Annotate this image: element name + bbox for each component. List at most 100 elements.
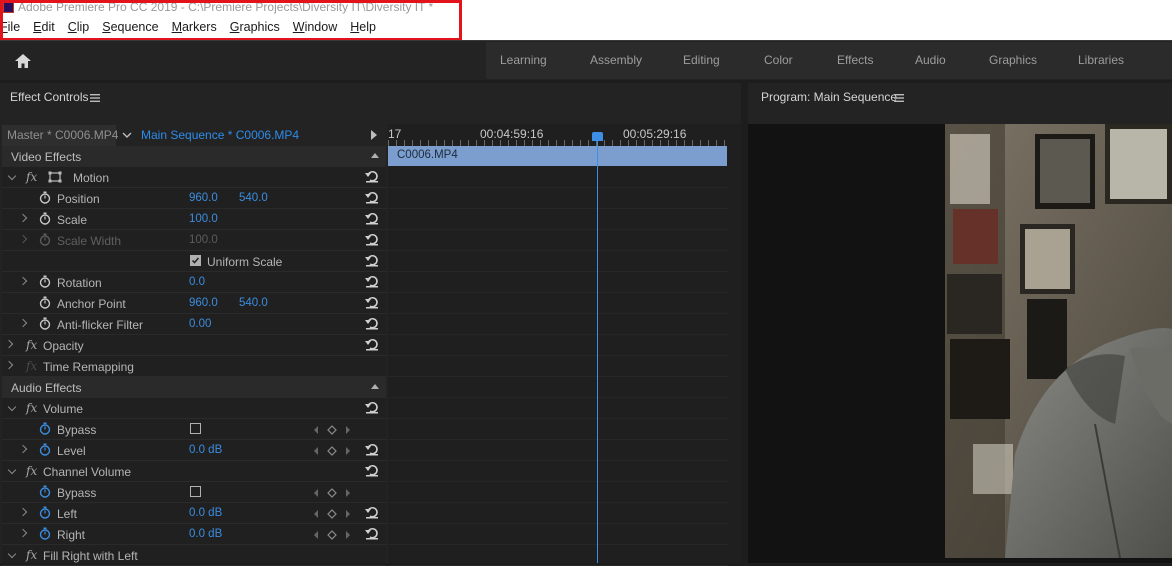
workspace-color[interactable]: Color <box>764 53 793 67</box>
twirl-closed-icon[interactable] <box>4 360 14 370</box>
fx-icon[interactable]: fx <box>26 548 37 562</box>
reset-icon[interactable] <box>365 296 379 312</box>
twirl-open-icon[interactable] <box>7 402 17 412</box>
panel-title[interactable]: Effect Controls <box>10 90 88 104</box>
bypass-checkbox[interactable] <box>190 486 201 497</box>
rotation-value[interactable]: 0.0 <box>189 276 205 288</box>
play-icon[interactable] <box>371 130 377 140</box>
reset-icon[interactable] <box>365 233 379 249</box>
right-channel-value[interactable]: 0.0 dB <box>189 528 222 540</box>
workspace-libraries[interactable]: Libraries <box>1078 53 1124 67</box>
workspace-effects[interactable]: Effects <box>837 53 873 67</box>
reset-icon[interactable] <box>365 254 379 270</box>
effect-row-channel-volume[interactable]: fx Channel Volume <box>2 461 386 482</box>
twirl-closed-icon[interactable] <box>18 276 28 286</box>
menu-clip[interactable]: Clip <box>68 20 90 38</box>
level-value[interactable]: 0.0 dB <box>189 444 222 456</box>
chevron-down-icon[interactable] <box>122 128 132 142</box>
collapse-up-icon[interactable] <box>371 384 379 389</box>
reset-icon[interactable] <box>365 464 379 480</box>
fx-icon[interactable]: fx <box>26 464 37 478</box>
menu-file[interactable]: File <box>0 20 20 38</box>
reset-icon[interactable] <box>365 191 379 207</box>
reset-icon[interactable] <box>365 275 379 291</box>
menu-sequence[interactable]: Sequence <box>102 20 158 38</box>
video-canvas[interactable] <box>748 124 1172 563</box>
motion-transform-icon[interactable] <box>48 171 64 186</box>
bypass-checkbox[interactable] <box>190 423 201 434</box>
stopwatch-icon[interactable] <box>39 275 51 291</box>
effect-timeline[interactable]: 17 00:04:59:16 00:05:29:16 C0006.MP4 <box>388 124 741 566</box>
position-y-value[interactable]: 540.0 <box>239 192 268 204</box>
anchor-x-value[interactable]: 960.0 <box>189 297 218 309</box>
twirl-closed-icon[interactable] <box>18 528 28 538</box>
reset-icon[interactable] <box>365 527 379 543</box>
program-monitor-title[interactable]: Program: Main Sequence <box>761 90 897 104</box>
fx-icon[interactable]: fx <box>26 401 37 415</box>
reset-icon[interactable] <box>365 443 379 459</box>
stopwatch-icon[interactable] <box>39 212 51 228</box>
stopwatch-icon[interactable] <box>39 191 51 207</box>
keyframe-nav-icon[interactable] <box>313 508 353 522</box>
twirl-open-icon[interactable] <box>7 171 17 181</box>
menu-edit[interactable]: Edit <box>33 20 55 38</box>
fx-icon[interactable]: fx <box>26 338 37 352</box>
twirl-open-icon[interactable] <box>7 465 17 475</box>
panel-menu-icon[interactable] <box>894 91 904 105</box>
workspace-audio[interactable]: Audio <box>915 53 946 67</box>
workspace-graphics[interactable]: Graphics <box>989 53 1037 67</box>
playhead-handle[interactable] <box>592 132 603 141</box>
reset-icon[interactable] <box>365 170 379 186</box>
fx-icon[interactable]: fx <box>26 170 37 184</box>
home-icon[interactable] <box>12 51 34 71</box>
reset-icon[interactable] <box>365 401 379 417</box>
twirl-closed-icon[interactable] <box>18 213 28 223</box>
reset-icon[interactable] <box>365 506 379 522</box>
scale-value[interactable]: 100.0 <box>189 213 218 225</box>
collapse-up-icon[interactable] <box>371 153 379 158</box>
stopwatch-active-icon[interactable] <box>39 422 51 438</box>
menu-window[interactable]: Window <box>293 20 337 38</box>
keyframe-nav-icon[interactable] <box>313 487 353 501</box>
video-effects-header[interactable]: Video Effects <box>2 146 386 167</box>
stopwatch-active-icon[interactable] <box>39 527 51 543</box>
sequence-clip-label[interactable]: Main Sequence * C0006.MP4 <box>141 128 299 142</box>
audio-effects-header[interactable]: Audio Effects <box>2 377 386 398</box>
time-ruler[interactable]: 17 00:04:59:16 00:05:29:16 <box>388 124 728 146</box>
reset-icon[interactable] <box>365 212 379 228</box>
menu-markers[interactable]: Markers <box>172 20 217 38</box>
keyframe-nav-icon[interactable] <box>313 445 353 459</box>
clip-bar[interactable]: C0006.MP4 <box>388 146 727 166</box>
position-x-value[interactable]: 960.0 <box>189 192 218 204</box>
menu-graphics[interactable]: Graphics <box>230 20 280 38</box>
twirl-closed-icon[interactable] <box>18 507 28 517</box>
playhead-line[interactable] <box>597 138 598 563</box>
stopwatch-active-icon[interactable] <box>39 506 51 522</box>
menu-help[interactable]: Help <box>350 20 376 38</box>
keyframe-nav-icon[interactable] <box>313 424 353 438</box>
twirl-closed-icon[interactable] <box>4 339 14 349</box>
uniform-scale-checkbox[interactable] <box>190 255 201 266</box>
twirl-open-icon[interactable] <box>7 549 17 559</box>
effect-row-time-remapping[interactable]: fx Time Remapping <box>2 356 386 377</box>
anti-flicker-value[interactable]: 0.00 <box>189 318 211 330</box>
twirl-closed-icon[interactable] <box>18 318 28 328</box>
effect-row-motion[interactable]: fx Motion <box>2 167 386 188</box>
reset-icon[interactable] <box>365 317 379 333</box>
workspace-assembly[interactable]: Assembly <box>590 53 642 67</box>
effect-row-opacity[interactable]: fx Opacity <box>2 335 386 356</box>
stopwatch-icon[interactable] <box>39 296 51 312</box>
stopwatch-active-icon[interactable] <box>39 443 51 459</box>
panel-menu-icon[interactable] <box>90 91 100 105</box>
stopwatch-active-icon[interactable] <box>39 485 51 501</box>
effect-row-volume[interactable]: fx Volume <box>2 398 386 419</box>
twirl-closed-icon[interactable] <box>18 444 28 454</box>
reset-icon[interactable] <box>365 338 379 354</box>
keyframe-nav-icon[interactable] <box>313 529 353 543</box>
workspace-learning[interactable]: Learning <box>500 53 547 67</box>
workspace-editing[interactable]: Editing <box>683 53 720 67</box>
left-channel-value[interactable]: 0.0 dB <box>189 507 222 519</box>
anchor-y-value[interactable]: 540.0 <box>239 297 268 309</box>
stopwatch-icon[interactable] <box>39 317 51 333</box>
master-clip-tab[interactable]: Master * C0006.MP4 <box>2 125 118 146</box>
